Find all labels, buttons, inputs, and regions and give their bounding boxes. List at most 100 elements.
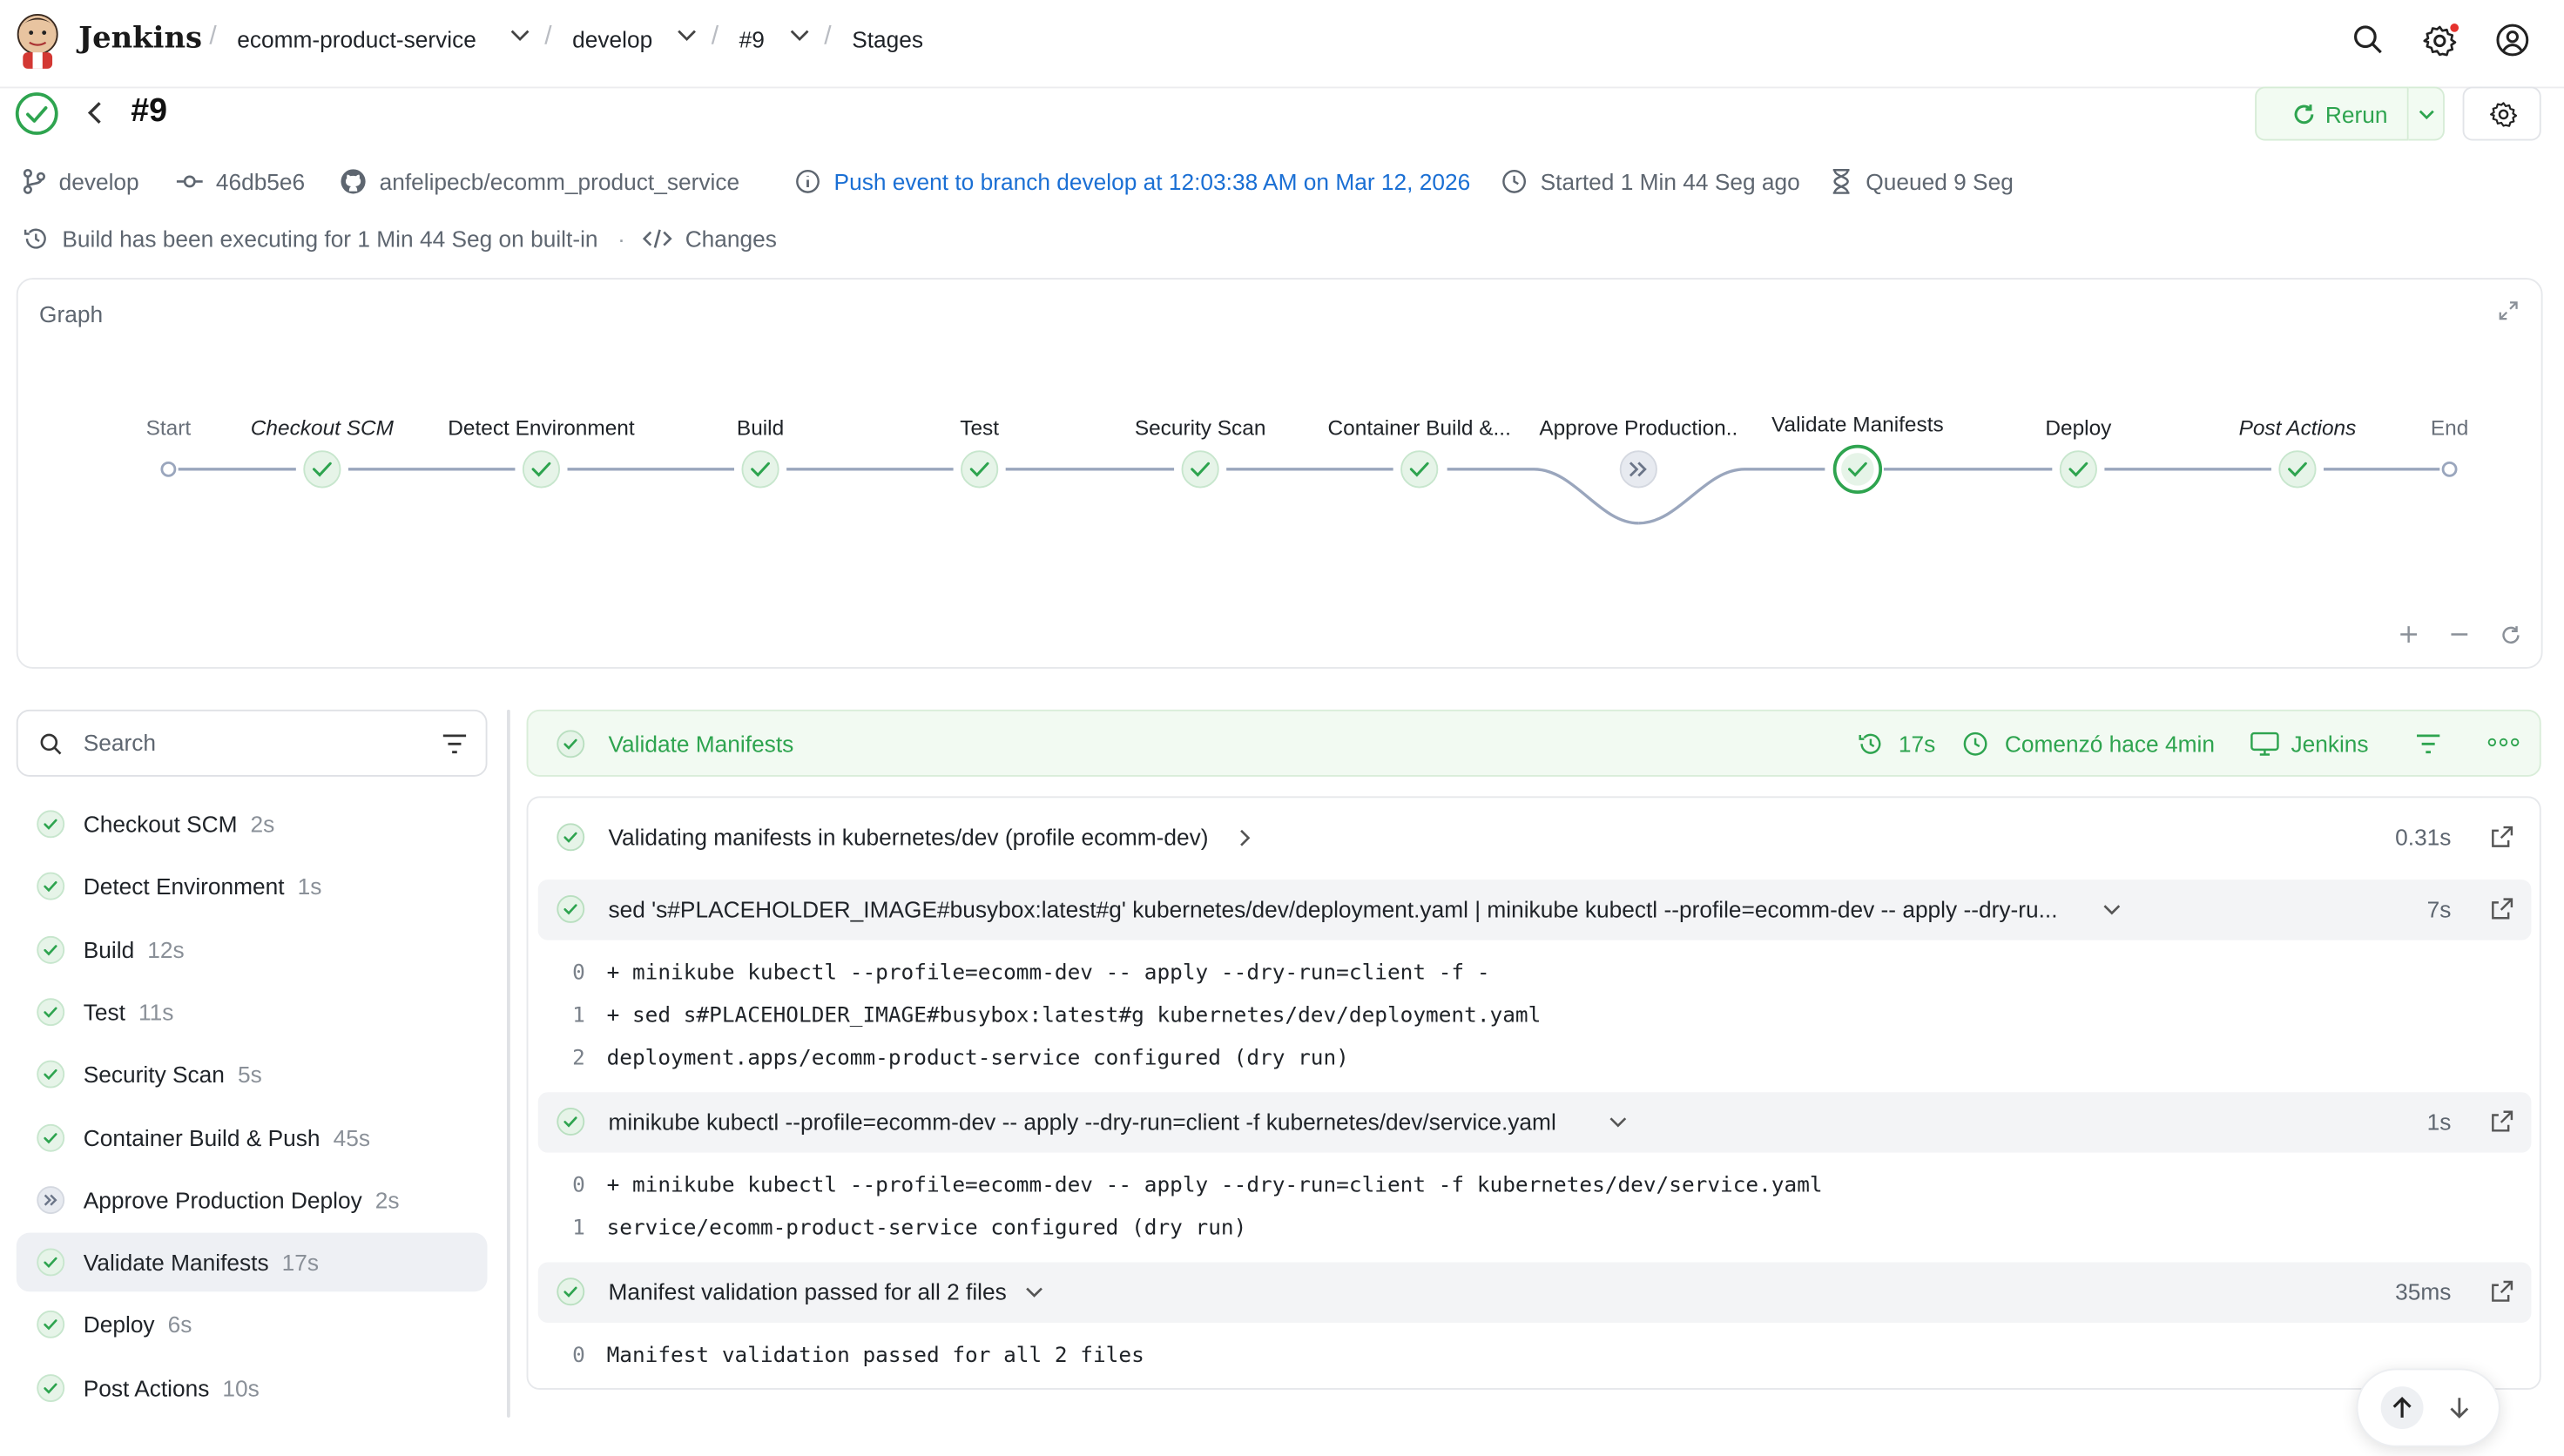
graph-stage-label[interactable]: Security Scan	[1135, 415, 1266, 440]
graph-connector	[1638, 468, 1825, 525]
filter-icon[interactable]	[2415, 734, 2441, 754]
step-label: Validating manifests in kubernetes/dev (…	[608, 824, 1209, 851]
success-check-icon	[36, 935, 65, 965]
graph-stage-label[interactable]: Approve Production..	[1539, 415, 1737, 440]
graph-stage-label: Start	[145, 415, 192, 441]
stage-list-label: Security Scan	[83, 1061, 225, 1088]
step-label: sed 's#PLACEHOLDER_IMAGE#busybox:latest#…	[608, 895, 2058, 922]
step-row[interactable]: Validating manifests in kubernetes/dev (…	[538, 808, 2532, 868]
graph-stage-label[interactable]: Deploy	[2045, 415, 2111, 440]
graph-stage-node-success[interactable]	[2278, 450, 2317, 489]
stage-list-duration: 17s	[281, 1249, 320, 1276]
open-external-icon[interactable]	[2491, 1280, 2513, 1303]
log-line-number: 0	[572, 1344, 585, 1369]
graph-stage-label[interactable]: Post Actions	[2239, 415, 2357, 440]
stage-list-duration: 6s	[167, 1311, 192, 1338]
graph-stage-label[interactable]: Validate Manifests	[1771, 412, 1944, 436]
graph-stage-node-success[interactable]	[1181, 450, 1219, 489]
chevron-down-icon[interactable]	[1609, 1116, 1628, 1128]
step-duration: 1s	[2426, 1108, 2452, 1136]
stage-list-label: Checkout SCM	[83, 811, 238, 838]
graph-stage-label[interactable]: Test	[960, 415, 999, 440]
step-success-icon	[556, 822, 585, 852]
skipped-icon	[36, 1185, 65, 1215]
stage-list-label: Test	[83, 999, 125, 1026]
stage-list-duration: 10s	[222, 1375, 260, 1402]
log-line: + sed s#PLACEHOLDER_IMAGE#busybox:latest…	[606, 1003, 1542, 1028]
graph-stage-node-success[interactable]	[1400, 450, 1439, 489]
stage-list-item[interactable]: Build 12s	[17, 920, 488, 980]
stage-list-item[interactable]: Checkout SCM 2s	[17, 794, 488, 853]
stage-list-item[interactable]: Post Actions 10s	[17, 1358, 488, 1418]
success-check-icon	[36, 1373, 65, 1403]
graph-stage-node-success[interactable]	[741, 450, 779, 489]
graph-stage-label[interactable]: Container Build &...	[1328, 415, 1511, 440]
search-input[interactable]	[83, 729, 411, 756]
open-external-icon[interactable]	[2491, 898, 2513, 920]
graph-stage-node-success[interactable]	[961, 450, 999, 489]
stage-list-item[interactable]: Security Scan 5s	[17, 1045, 488, 1104]
success-check-icon	[36, 997, 65, 1027]
graph-stage-node-skipped[interactable]	[1619, 450, 1657, 489]
stage-list-duration: 12s	[147, 936, 185, 963]
open-external-icon[interactable]	[2491, 1110, 2513, 1133]
stage-list-duration: 45s	[333, 1124, 370, 1151]
stage-started: Comenzó hace 4min	[2004, 731, 2215, 758]
log-line: deployment.apps/ecomm-product-service co…	[606, 1046, 1349, 1071]
log-line: + minikube kubectl --profile=ecomm-dev -…	[606, 961, 1490, 987]
step-duration: 35ms	[2395, 1278, 2452, 1305]
chevron-down-icon[interactable]	[2103, 904, 2122, 915]
stage-list-duration: 1s	[297, 873, 322, 900]
graph-endpoint-node	[2441, 461, 2458, 477]
step-row[interactable]: Manifest validation passed for all 2 fil…	[537, 1262, 2532, 1323]
stage-search-box[interactable]	[16, 709, 488, 777]
scroll-top-button[interactable]	[2380, 1386, 2424, 1429]
success-check-icon	[36, 1310, 65, 1339]
step-success-icon	[556, 1277, 585, 1306]
stage-list-item[interactable]: Container Build & Push 45s	[17, 1109, 488, 1168]
graph-stage-label[interactable]: Detect Environment	[448, 415, 634, 440]
open-external-icon[interactable]	[2491, 826, 2513, 848]
agent-monitor-icon	[2250, 731, 2280, 757]
graph-endpoint-node	[160, 461, 177, 477]
stage-list-label: Build	[83, 936, 135, 963]
graph-stage-label[interactable]: Build	[737, 415, 784, 440]
step-row[interactable]: minikube kubectl --profile=ecomm-dev -- …	[537, 1092, 2532, 1153]
step-row[interactable]: sed 's#PLACEHOLDER_IMAGE#busybox:latest#…	[537, 880, 2532, 940]
more-options-icon[interactable]	[2487, 738, 2520, 747]
log-line: + minikube kubectl --profile=ecomm-dev -…	[606, 1174, 1823, 1199]
stage-list-label: Validate Manifests	[83, 1249, 269, 1276]
chevron-right-icon[interactable]	[1239, 829, 1251, 847]
log-line: service/ecomm-product-service configured…	[606, 1216, 1247, 1242]
graph-stage-node-success[interactable]	[303, 450, 341, 489]
duration-icon	[1858, 731, 1884, 757]
arrow-down-icon	[2450, 1398, 2469, 1419]
stage-list-label: Detect Environment	[83, 873, 285, 900]
step-success-icon	[556, 894, 585, 924]
stage-list-duration: 11s	[138, 999, 174, 1026]
stage-list-item[interactable]: Validate Manifests 17s	[16, 1232, 488, 1292]
stage-list-item[interactable]: Deploy 6s	[17, 1295, 488, 1354]
log-line-number: 1	[572, 1216, 585, 1242]
stage-list-item[interactable]: Test 11s	[17, 982, 488, 1041]
graph-stage-label[interactable]: Checkout SCM	[251, 415, 394, 440]
stage-agent: Jenkins	[2291, 731, 2369, 758]
search-icon	[39, 732, 62, 755]
panel-resize-handle[interactable]	[507, 709, 510, 1418]
graph-stage-node-selected[interactable]	[1832, 444, 1883, 495]
arrow-up-icon	[2392, 1396, 2412, 1418]
log-line-number: 0	[572, 1174, 585, 1199]
graph-stage-node-success[interactable]	[522, 450, 561, 489]
stage-list-item[interactable]: Detect Environment 1s	[17, 857, 488, 916]
step-label: Manifest validation passed for all 2 fil…	[608, 1278, 1007, 1305]
graph-stage-node-success[interactable]	[2059, 450, 2097, 489]
stage-name: Validate Manifests	[608, 731, 794, 758]
chevron-down-icon[interactable]	[1025, 1287, 1043, 1298]
scroll-bottom-button[interactable]	[2450, 1396, 2470, 1419]
filter-icon[interactable]	[442, 734, 468, 754]
log-line-number: 0	[572, 961, 585, 987]
stage-list-item[interactable]: Approve Production Deploy 2s	[17, 1170, 488, 1230]
stage-list-duration: 2s	[374, 1187, 400, 1214]
clock-icon	[1962, 731, 1988, 757]
graph-connector	[1447, 468, 1639, 525]
